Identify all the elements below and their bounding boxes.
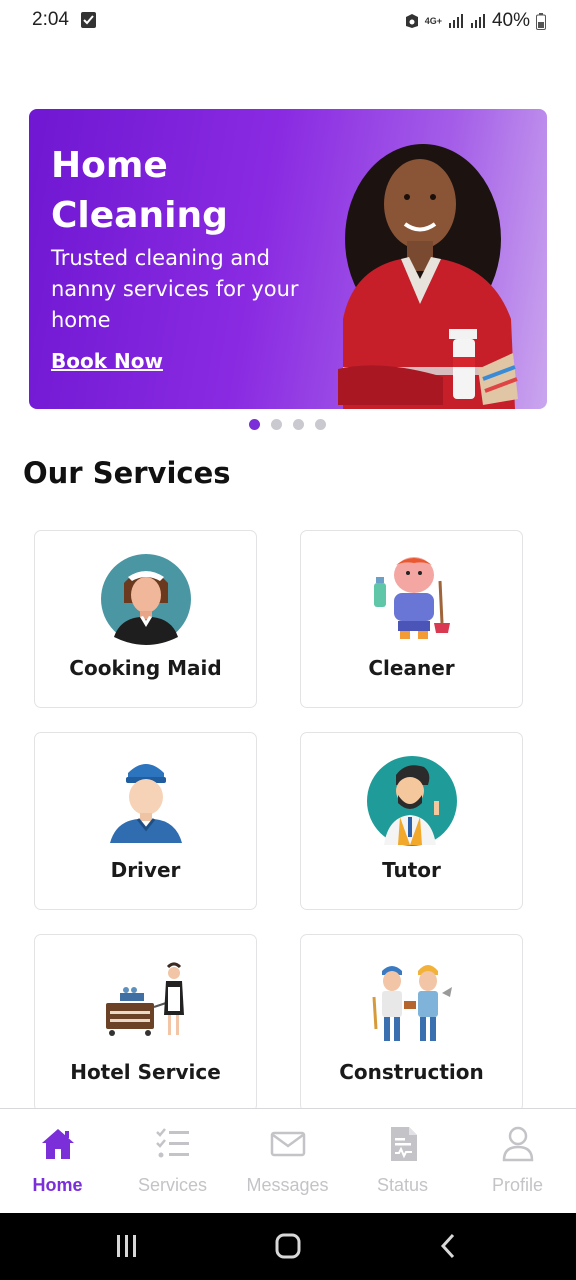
user-icon (502, 1126, 534, 1162)
system-navigation-bar (0, 1213, 576, 1280)
home-icon (42, 1129, 74, 1159)
service-card-cleaner[interactable]: Cleaner (300, 530, 523, 708)
service-label: Hotel Service (70, 1060, 221, 1084)
construction-icon (372, 965, 452, 1041)
carousel-indicator (249, 419, 326, 430)
nav-item-home[interactable]: Home (0, 1109, 115, 1214)
bottom-navigation: Home Services Messages Status Profile (0, 1108, 576, 1213)
carousel-dot[interactable] (249, 419, 260, 430)
service-label: Driver (110, 858, 181, 882)
book-now-link[interactable]: Book Now (51, 349, 163, 373)
status-time: 2:04 (32, 9, 69, 30)
cleaner-icon (373, 557, 450, 639)
service-label: Cooking Maid (69, 656, 222, 680)
service-label: Tutor (382, 858, 441, 882)
banner-subtitle: Trusted cleaning and nanny services for … (51, 246, 299, 332)
nav-item-status[interactable]: Status (345, 1109, 460, 1214)
promo-banner[interactable]: Home Cleaning Trusted cleaning and nanny… (29, 109, 547, 409)
service-card-hotel-service[interactable]: Hotel Service (34, 934, 257, 1112)
network-type: 4G+ (424, 15, 442, 26)
service-label: Cleaner (368, 656, 455, 680)
home-button-icon[interactable] (273, 1233, 303, 1259)
maid-avatar-icon (100, 554, 191, 645)
nav-label: Profile (491, 1175, 544, 1195)
nav-label: Services (137, 1175, 208, 1195)
nav-item-services[interactable]: Services (115, 1109, 230, 1214)
signal-icon (448, 14, 463, 28)
tutor-icon (366, 756, 457, 846)
carousel-dot[interactable] (315, 419, 326, 430)
nav-label: Status (376, 1175, 429, 1195)
signal-icon-2 (470, 14, 485, 28)
nav-label: Home (32, 1175, 83, 1195)
service-card-cooking-maid[interactable]: Cooking Maid (34, 530, 257, 708)
document-icon (391, 1127, 417, 1161)
recent-apps-icon[interactable] (112, 1233, 142, 1259)
carousel-dot[interactable] (271, 419, 282, 430)
nav-item-messages[interactable]: Messages (230, 1109, 345, 1214)
mail-icon (270, 1131, 306, 1157)
service-label: Construction (339, 1060, 484, 1084)
nav-item-profile[interactable]: Profile (460, 1109, 575, 1214)
service-card-driver[interactable]: Driver (34, 732, 257, 910)
checklist-icon (156, 1128, 189, 1158)
status-bar: 2:04 4G+ 40% (0, 0, 576, 42)
battery-icon (536, 12, 546, 30)
notification-check-icon (81, 12, 96, 28)
status-indicators: 4G+ 40% (405, 8, 546, 34)
nav-label: Messages (246, 1175, 329, 1195)
back-icon[interactable] (434, 1233, 464, 1259)
service-card-tutor[interactable]: Tutor (300, 732, 523, 910)
cleaning-woman-photo (338, 144, 518, 409)
battery-percent: 40% (491, 10, 530, 31)
hotel-service-icon (105, 962, 184, 1036)
driver-icon (109, 764, 182, 843)
carousel-dot[interactable] (293, 419, 304, 430)
service-card-construction[interactable]: Construction (300, 934, 523, 1112)
data-saver-icon (405, 14, 418, 28)
banner-title: Home Cleaning (51, 145, 228, 236)
section-title-our-services: Our Services (23, 456, 231, 490)
